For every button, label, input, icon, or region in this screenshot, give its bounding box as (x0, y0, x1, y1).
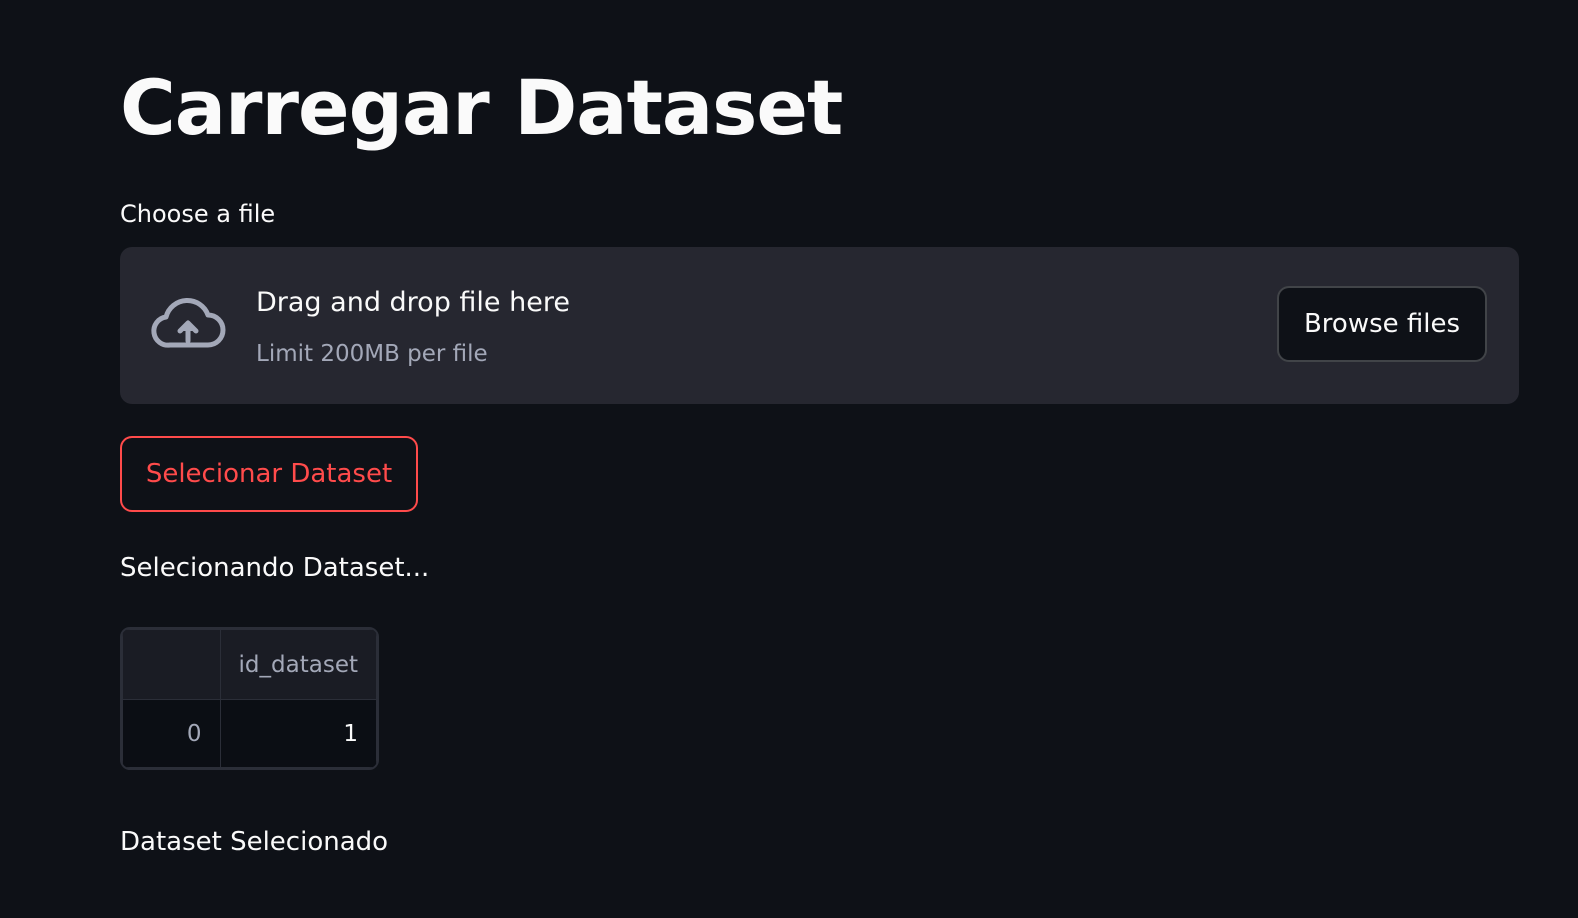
cloud-upload-icon (151, 297, 226, 348)
dataframe-table[interactable]: id_dataset 0 1 (120, 627, 379, 770)
page-title: Carregar Dataset (120, 63, 843, 152)
table-header-row: id_dataset (122, 629, 377, 700)
index-header-cell (122, 629, 221, 700)
selected-status-text: Dataset Selecionado (120, 827, 389, 857)
dropzone-limit-text: Limit 200MB per file (256, 341, 488, 367)
dropzone-title: Drag and drop file here (256, 287, 570, 318)
row-index-cell: 0 (122, 699, 221, 768)
file-uploader-label: Choose a file (120, 200, 276, 228)
column-header-id-dataset[interactable]: id_dataset (219, 629, 377, 700)
browse-files-button[interactable]: Browse files (1277, 286, 1487, 362)
file-dropzone[interactable]: Drag and drop file here Limit 200MB per … (120, 247, 1519, 404)
selecting-status-text: Selecionando Dataset... (120, 553, 430, 583)
select-dataset-button[interactable]: Selecionar Dataset (120, 436, 418, 512)
table-row: 0 1 (122, 699, 377, 768)
id-dataset-cell[interactable]: 1 (219, 699, 377, 768)
